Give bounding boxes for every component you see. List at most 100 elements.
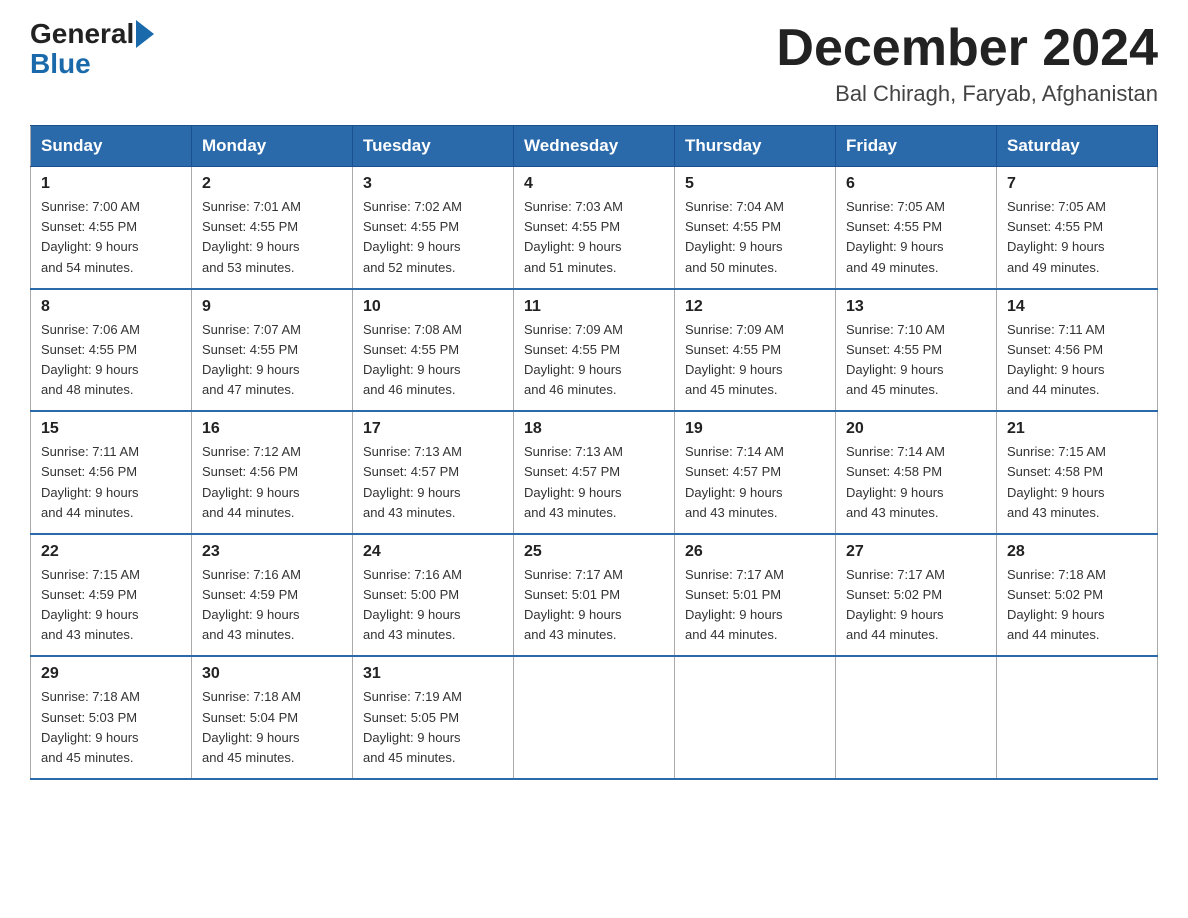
day-info: Sunrise: 7:18 AMSunset: 5:04 PMDaylight:… (202, 689, 301, 764)
day-number: 7 (1007, 175, 1147, 193)
day-number: 12 (685, 298, 825, 316)
table-row: 27 Sunrise: 7:17 AMSunset: 5:02 PMDaylig… (836, 534, 997, 657)
day-number: 29 (41, 665, 181, 683)
day-number: 28 (1007, 543, 1147, 561)
table-row: 1 Sunrise: 7:00 AMSunset: 4:55 PMDayligh… (31, 167, 192, 289)
header-tuesday: Tuesday (353, 126, 514, 167)
calendar-week-row: 15 Sunrise: 7:11 AMSunset: 4:56 PMDaylig… (31, 411, 1158, 534)
table-row: 4 Sunrise: 7:03 AMSunset: 4:55 PMDayligh… (514, 167, 675, 289)
day-info: Sunrise: 7:03 AMSunset: 4:55 PMDaylight:… (524, 199, 623, 274)
table-row (836, 656, 997, 779)
day-number: 19 (685, 420, 825, 438)
calendar-table: Sunday Monday Tuesday Wednesday Thursday… (30, 125, 1158, 780)
table-row (675, 656, 836, 779)
table-row: 15 Sunrise: 7:11 AMSunset: 4:56 PMDaylig… (31, 411, 192, 534)
day-number: 14 (1007, 298, 1147, 316)
header-thursday: Thursday (675, 126, 836, 167)
table-row: 28 Sunrise: 7:18 AMSunset: 5:02 PMDaylig… (997, 534, 1158, 657)
day-number: 11 (524, 298, 664, 316)
table-row: 17 Sunrise: 7:13 AMSunset: 4:57 PMDaylig… (353, 411, 514, 534)
table-row: 24 Sunrise: 7:16 AMSunset: 5:00 PMDaylig… (353, 534, 514, 657)
table-row: 25 Sunrise: 7:17 AMSunset: 5:01 PMDaylig… (514, 534, 675, 657)
day-info: Sunrise: 7:07 AMSunset: 4:55 PMDaylight:… (202, 322, 301, 397)
day-number: 30 (202, 665, 342, 683)
day-info: Sunrise: 7:16 AMSunset: 4:59 PMDaylight:… (202, 567, 301, 642)
table-row: 19 Sunrise: 7:14 AMSunset: 4:57 PMDaylig… (675, 411, 836, 534)
logo-blue-text: Blue (30, 48, 91, 79)
day-number: 31 (363, 665, 503, 683)
table-row: 6 Sunrise: 7:05 AMSunset: 4:55 PMDayligh… (836, 167, 997, 289)
table-row: 10 Sunrise: 7:08 AMSunset: 4:55 PMDaylig… (353, 289, 514, 412)
day-number: 26 (685, 543, 825, 561)
day-info: Sunrise: 7:15 AMSunset: 4:59 PMDaylight:… (41, 567, 140, 642)
table-row: 21 Sunrise: 7:15 AMSunset: 4:58 PMDaylig… (997, 411, 1158, 534)
calendar-week-row: 8 Sunrise: 7:06 AMSunset: 4:55 PMDayligh… (31, 289, 1158, 412)
logo-general-text: General (30, 20, 134, 48)
calendar-week-row: 29 Sunrise: 7:18 AMSunset: 5:03 PMDaylig… (31, 656, 1158, 779)
day-info: Sunrise: 7:14 AMSunset: 4:58 PMDaylight:… (846, 444, 945, 519)
day-info: Sunrise: 7:04 AMSunset: 4:55 PMDaylight:… (685, 199, 784, 274)
day-info: Sunrise: 7:17 AMSunset: 5:02 PMDaylight:… (846, 567, 945, 642)
table-row: 18 Sunrise: 7:13 AMSunset: 4:57 PMDaylig… (514, 411, 675, 534)
subtitle: Bal Chiragh, Faryab, Afghanistan (776, 81, 1158, 107)
calendar-week-row: 22 Sunrise: 7:15 AMSunset: 4:59 PMDaylig… (31, 534, 1158, 657)
table-row: 13 Sunrise: 7:10 AMSunset: 4:55 PMDaylig… (836, 289, 997, 412)
day-number: 25 (524, 543, 664, 561)
day-info: Sunrise: 7:12 AMSunset: 4:56 PMDaylight:… (202, 444, 301, 519)
day-info: Sunrise: 7:17 AMSunset: 5:01 PMDaylight:… (524, 567, 623, 642)
day-number: 5 (685, 175, 825, 193)
day-number: 18 (524, 420, 664, 438)
logo: General Blue (30, 20, 156, 80)
day-info: Sunrise: 7:18 AMSunset: 5:03 PMDaylight:… (41, 689, 140, 764)
day-info: Sunrise: 7:05 AMSunset: 4:55 PMDaylight:… (1007, 199, 1106, 274)
day-number: 20 (846, 420, 986, 438)
day-number: 9 (202, 298, 342, 316)
day-number: 22 (41, 543, 181, 561)
day-info: Sunrise: 7:06 AMSunset: 4:55 PMDaylight:… (41, 322, 140, 397)
day-info: Sunrise: 7:00 AMSunset: 4:55 PMDaylight:… (41, 199, 140, 274)
day-info: Sunrise: 7:10 AMSunset: 4:55 PMDaylight:… (846, 322, 945, 397)
table-row: 7 Sunrise: 7:05 AMSunset: 4:55 PMDayligh… (997, 167, 1158, 289)
main-title: December 2024 (776, 20, 1158, 77)
table-row (997, 656, 1158, 779)
day-number: 2 (202, 175, 342, 193)
day-number: 15 (41, 420, 181, 438)
table-row: 14 Sunrise: 7:11 AMSunset: 4:56 PMDaylig… (997, 289, 1158, 412)
title-section: December 2024 Bal Chiragh, Faryab, Afgha… (776, 20, 1158, 107)
day-number: 8 (41, 298, 181, 316)
table-row: 16 Sunrise: 7:12 AMSunset: 4:56 PMDaylig… (192, 411, 353, 534)
logo-arrow-icon (136, 20, 154, 48)
day-info: Sunrise: 7:09 AMSunset: 4:55 PMDaylight:… (524, 322, 623, 397)
day-number: 21 (1007, 420, 1147, 438)
table-row: 5 Sunrise: 7:04 AMSunset: 4:55 PMDayligh… (675, 167, 836, 289)
header-wednesday: Wednesday (514, 126, 675, 167)
day-number: 17 (363, 420, 503, 438)
page-header: General Blue December 2024 Bal Chiragh, … (30, 20, 1158, 107)
day-info: Sunrise: 7:13 AMSunset: 4:57 PMDaylight:… (524, 444, 623, 519)
day-info: Sunrise: 7:17 AMSunset: 5:01 PMDaylight:… (685, 567, 784, 642)
table-row: 26 Sunrise: 7:17 AMSunset: 5:01 PMDaylig… (675, 534, 836, 657)
day-number: 10 (363, 298, 503, 316)
table-row: 8 Sunrise: 7:06 AMSunset: 4:55 PMDayligh… (31, 289, 192, 412)
day-info: Sunrise: 7:02 AMSunset: 4:55 PMDaylight:… (363, 199, 462, 274)
table-row: 29 Sunrise: 7:18 AMSunset: 5:03 PMDaylig… (31, 656, 192, 779)
day-info: Sunrise: 7:11 AMSunset: 4:56 PMDaylight:… (41, 444, 139, 519)
table-row: 11 Sunrise: 7:09 AMSunset: 4:55 PMDaylig… (514, 289, 675, 412)
table-row: 2 Sunrise: 7:01 AMSunset: 4:55 PMDayligh… (192, 167, 353, 289)
day-info: Sunrise: 7:19 AMSunset: 5:05 PMDaylight:… (363, 689, 462, 764)
day-number: 16 (202, 420, 342, 438)
table-row: 31 Sunrise: 7:19 AMSunset: 5:05 PMDaylig… (353, 656, 514, 779)
table-row: 12 Sunrise: 7:09 AMSunset: 4:55 PMDaylig… (675, 289, 836, 412)
day-info: Sunrise: 7:08 AMSunset: 4:55 PMDaylight:… (363, 322, 462, 397)
table-row: 20 Sunrise: 7:14 AMSunset: 4:58 PMDaylig… (836, 411, 997, 534)
day-number: 27 (846, 543, 986, 561)
day-number: 1 (41, 175, 181, 193)
header-friday: Friday (836, 126, 997, 167)
table-row: 3 Sunrise: 7:02 AMSunset: 4:55 PMDayligh… (353, 167, 514, 289)
day-info: Sunrise: 7:09 AMSunset: 4:55 PMDaylight:… (685, 322, 784, 397)
day-info: Sunrise: 7:14 AMSunset: 4:57 PMDaylight:… (685, 444, 784, 519)
day-number: 3 (363, 175, 503, 193)
day-info: Sunrise: 7:05 AMSunset: 4:55 PMDaylight:… (846, 199, 945, 274)
day-number: 4 (524, 175, 664, 193)
table-row: 9 Sunrise: 7:07 AMSunset: 4:55 PMDayligh… (192, 289, 353, 412)
